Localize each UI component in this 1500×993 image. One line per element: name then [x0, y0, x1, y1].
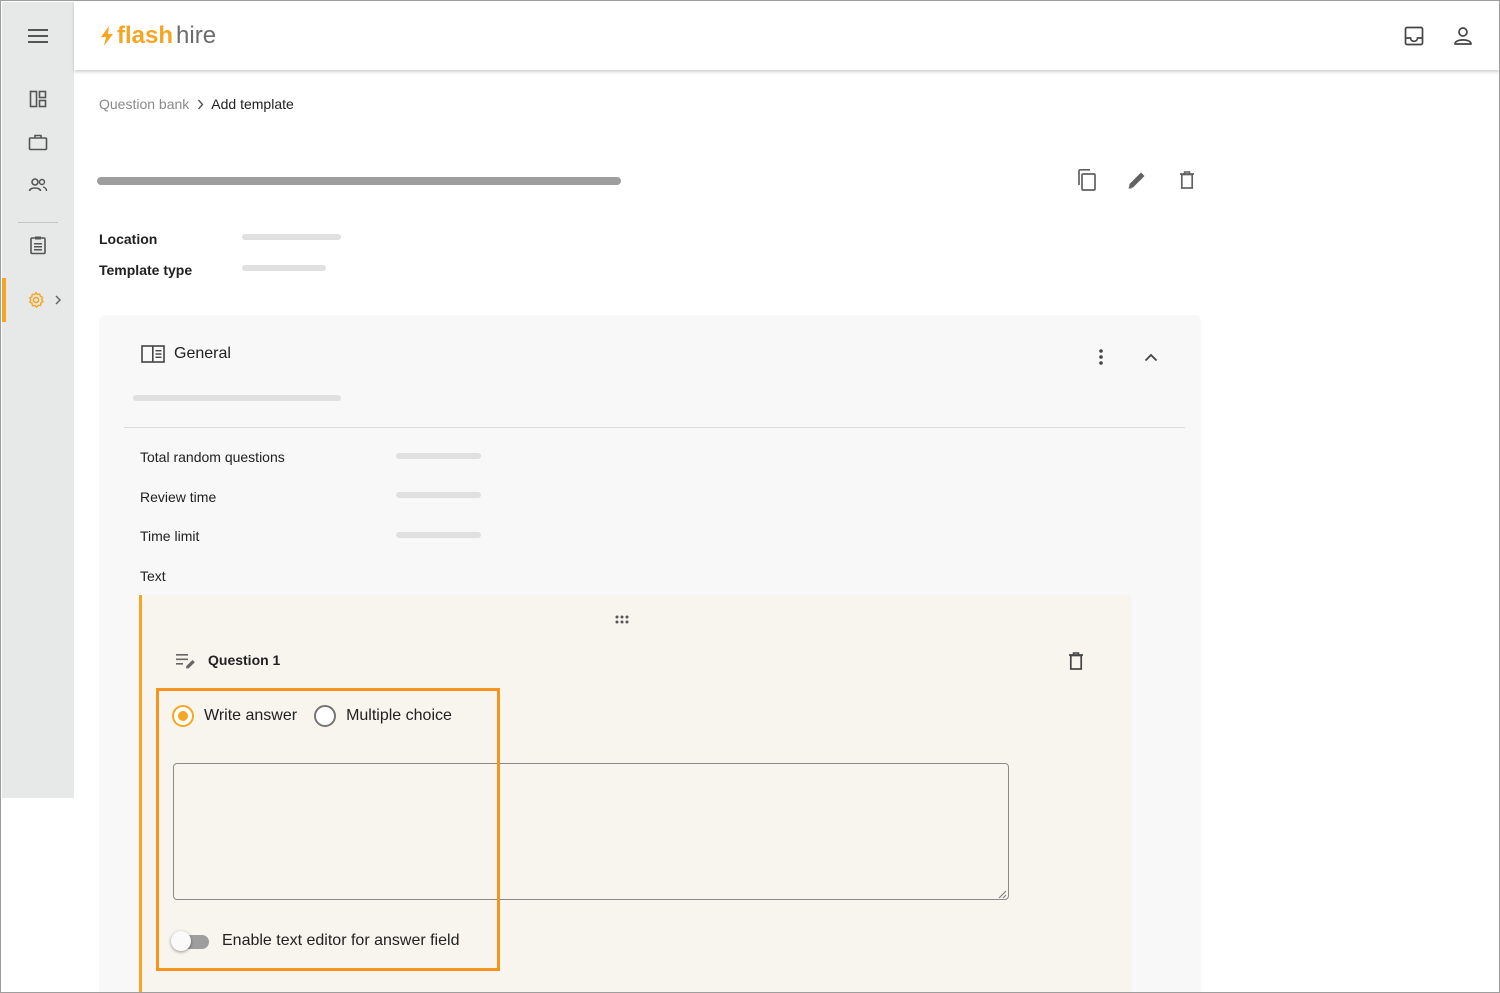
section-more-button[interactable]	[1089, 345, 1113, 369]
copy-button[interactable]	[1074, 167, 1100, 193]
text-editor-toggle[interactable]	[171, 931, 209, 951]
question-panel: Question 1 Write answer Multiple choice	[139, 595, 1131, 992]
inbox-icon	[1404, 26, 1424, 46]
drag-handle-icon[interactable]	[613, 614, 633, 626]
active-indicator	[2, 278, 6, 322]
account-button[interactable]	[1449, 22, 1477, 50]
more-vertical-icon	[1099, 349, 1103, 365]
dashboard-icon	[29, 90, 47, 108]
location-value-placeholder	[242, 234, 341, 240]
time-limit-label: Time limit	[140, 528, 200, 544]
total-random-questions-value	[396, 453, 481, 459]
template-type-value-placeholder	[242, 265, 326, 271]
breadcrumb-separator	[197, 99, 204, 110]
review-time-label: Review time	[140, 489, 217, 505]
topbar: flash hire	[74, 2, 1499, 70]
chevron-up-icon	[1144, 353, 1158, 361]
sidebar-divider	[18, 222, 58, 223]
delete-icon	[1180, 171, 1194, 189]
multiple-choice-label: Multiple choice	[346, 707, 452, 724]
menu-button[interactable]	[2, 16, 74, 56]
write-answer-label: Write answer	[204, 707, 298, 724]
bolt-icon	[101, 26, 113, 46]
delete-template-button[interactable]	[1174, 167, 1200, 193]
section-divider	[124, 427, 1185, 428]
account-icon	[1454, 27, 1472, 45]
location-label: Location	[99, 231, 158, 247]
sidebar-item-assessments[interactable]	[2, 225, 74, 265]
text-editor-toggle-row: Enable text editor for answer field	[171, 931, 459, 951]
flashhire-logo[interactable]: flash hire	[100, 22, 216, 50]
sidebar-item-people[interactable]	[2, 165, 74, 205]
write-answer-option[interactable]: Write answer	[172, 705, 297, 727]
people-icon	[28, 178, 48, 192]
chevron-right-icon	[55, 295, 62, 305]
logo-hire-text: hire	[176, 22, 217, 49]
review-time-value	[396, 492, 481, 498]
answer-textarea[interactable]	[173, 763, 1009, 900]
section-description-placeholder	[133, 395, 341, 401]
sidebar-item-jobs[interactable]	[2, 122, 74, 162]
inbox-button[interactable]	[1400, 22, 1428, 50]
template-title-placeholder	[97, 177, 621, 185]
sidebar-item-dashboard[interactable]	[2, 79, 74, 119]
question-accent-bar	[139, 595, 142, 992]
breadcrumb: Question bank Add template	[99, 96, 294, 112]
answer-type-radio-group: Write answer Multiple choice	[172, 705, 469, 727]
multiple-choice-radio[interactable]	[314, 705, 337, 727]
breadcrumb-current: Add template	[211, 96, 294, 112]
sidebar	[2, 2, 74, 798]
menu-icon	[28, 29, 48, 43]
edit-icon	[1128, 172, 1145, 189]
sidebar-item-settings[interactable]	[2, 278, 74, 322]
resize-grip-icon[interactable]	[997, 889, 1007, 899]
text-label: Text	[140, 568, 166, 584]
app-window: flash hire Question bank Add template Lo…	[0, 0, 1500, 993]
breadcrumb-question-bank[interactable]: Question bank	[99, 96, 189, 112]
general-section-card: General Total random questions Review ti…	[99, 315, 1201, 992]
delete-question-button[interactable]	[1064, 649, 1088, 673]
write-answer-radio[interactable]	[172, 705, 194, 727]
edit-button[interactable]	[1124, 167, 1150, 193]
time-limit-value	[396, 532, 481, 538]
settings-icon	[28, 291, 44, 308]
question-title: Question 1	[208, 652, 281, 668]
section-icon	[141, 345, 165, 363]
clipboard-icon	[30, 236, 46, 255]
template-type-label: Template type	[99, 262, 193, 278]
text-editor-toggle-label: Enable text editor for answer field	[222, 932, 460, 949]
section-title: General	[174, 345, 231, 362]
chevron-right-icon	[198, 99, 204, 109]
multiple-choice-option[interactable]: Multiple choice	[314, 705, 452, 727]
total-random-questions-label: Total random questions	[140, 449, 285, 465]
copy-icon	[1078, 168, 1096, 191]
logo-flash-text: flash	[117, 22, 174, 49]
edit-note-icon	[176, 654, 195, 669]
delete-icon	[1069, 652, 1083, 670]
section-collapse-button[interactable]	[1139, 345, 1163, 369]
briefcase-icon	[28, 134, 48, 151]
